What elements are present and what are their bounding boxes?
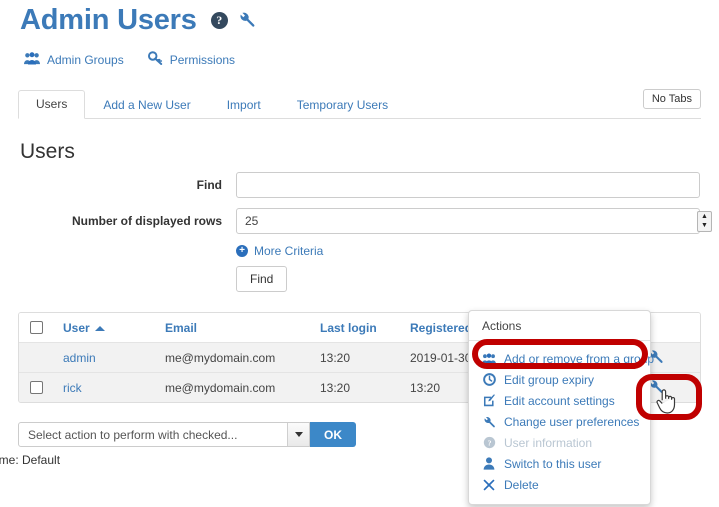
menu-item-user-information: ? User information	[469, 432, 650, 453]
more-criteria-label: More Criteria	[254, 244, 323, 258]
find-button-row: Find	[0, 266, 719, 292]
ok-button[interactable]: OK	[310, 422, 356, 447]
find-button-spacer	[0, 266, 236, 292]
select-all-cell	[19, 321, 55, 334]
search-form: Find Number of displayed rows ▲ ▼ + More…	[0, 172, 719, 300]
key-icon	[148, 51, 163, 68]
user-link[interactable]: rick	[63, 381, 82, 395]
menu-item-label: Edit group expiry	[504, 373, 594, 387]
tab-add-a-new-user[interactable]: Add a New User	[85, 91, 208, 119]
bulk-action-select-value: Select action to perform with checked...	[19, 428, 237, 442]
actions-menu-list: Add or remove from a group Edit group ex…	[469, 341, 650, 495]
column-header-email[interactable]: Email	[165, 321, 320, 335]
find-button[interactable]: Find	[236, 266, 287, 292]
row-email-cell: me@mydomain.com	[165, 351, 320, 365]
menu-item-edit-group-expiry[interactable]: Edit group expiry	[469, 369, 650, 390]
no-tabs-button[interactable]: No Tabs	[643, 89, 701, 109]
rows-label: Number of displayed rows	[0, 214, 236, 228]
column-header-user-label: User	[63, 321, 90, 335]
find-label: Find	[0, 178, 236, 192]
tab-users[interactable]: Users	[18, 90, 85, 119]
stepper-up-icon[interactable]: ▲	[701, 214, 708, 220]
more-criteria-spacer	[0, 244, 236, 258]
tab-import[interactable]: Import	[209, 91, 279, 119]
menu-item-switch-to-this-user[interactable]: Switch to this user	[469, 453, 650, 474]
rows-control: ▲ ▼	[236, 208, 719, 234]
menu-item-label: Delete	[504, 478, 539, 492]
more-criteria-row: + More Criteria	[0, 244, 719, 258]
users-group-icon	[482, 353, 496, 365]
row-last-login-cell: 13:20	[320, 381, 410, 395]
row-last-login-cell: 13:20	[320, 351, 410, 365]
edit-square-icon	[482, 394, 496, 407]
number-stepper[interactable]: ▲ ▼	[697, 211, 712, 232]
row-checkbox[interactable]	[30, 381, 43, 394]
svg-text:?: ?	[487, 438, 491, 447]
pointer-hand-cursor	[655, 388, 677, 419]
actions-menu: Actions Add or remove from a group	[468, 310, 651, 505]
menu-item-add-or-remove-from-a-group[interactable]: Add or remove from a group	[469, 348, 650, 369]
actions-menu-title: Actions	[469, 311, 650, 341]
find-button-control: Find	[236, 266, 719, 292]
menu-item-edit-account-settings[interactable]: Edit account settings	[469, 390, 650, 411]
chevron-down-icon[interactable]	[287, 423, 309, 446]
menu-item-change-user-preferences[interactable]: Change user preferences	[469, 411, 650, 432]
find-control	[236, 172, 719, 198]
menu-item-label: User information	[504, 436, 592, 450]
subnav-item-permissions[interactable]: Permissions	[148, 51, 235, 68]
more-criteria-control: + More Criteria	[236, 244, 719, 258]
clock-icon	[482, 373, 496, 386]
rows-input[interactable]	[236, 208, 700, 234]
wrench-icon	[482, 415, 496, 429]
tab-temporary-users[interactable]: Temporary Users	[279, 91, 406, 119]
sort-ascending-icon	[95, 326, 105, 331]
row-checkbox-cell	[19, 381, 55, 394]
row-email-cell: me@mydomain.com	[165, 381, 320, 395]
tab-strip: Users Add a New User Import Temporary Us…	[18, 90, 701, 119]
row-user-cell: admin	[55, 351, 165, 365]
users-group-icon	[24, 52, 40, 68]
find-row: Find	[0, 172, 719, 198]
menu-item-label: Edit account settings	[504, 394, 615, 408]
subnav-item-admin-groups[interactable]: Admin Groups	[24, 52, 124, 68]
bulk-action-bar: Select action to perform with checked...…	[18, 422, 356, 447]
more-criteria-link[interactable]: + More Criteria	[236, 244, 700, 258]
person-icon	[482, 457, 496, 470]
subnav: Admin Groups Permissions	[24, 51, 235, 68]
select-all-checkbox[interactable]	[30, 321, 43, 334]
plus-circle-icon: +	[236, 245, 248, 257]
page-title-text: Admin Users	[20, 4, 197, 37]
menu-item-label: Change user preferences	[504, 415, 639, 429]
subnav-item-label: Admin Groups	[47, 53, 124, 67]
help-icon[interactable]: ?	[211, 12, 228, 29]
subnav-item-label: Permissions	[170, 53, 235, 67]
stepper-down-icon[interactable]: ▼	[701, 223, 708, 229]
column-header-last-login[interactable]: Last login	[320, 321, 410, 335]
rows-row: Number of displayed rows ▲ ▼	[0, 208, 719, 234]
bulk-action-select[interactable]: Select action to perform with checked...	[18, 422, 310, 447]
user-link[interactable]: admin	[63, 351, 96, 365]
column-header-user[interactable]: User	[55, 321, 165, 335]
row-user-cell: rick	[55, 381, 165, 395]
menu-item-delete[interactable]: Delete	[469, 474, 650, 495]
menu-item-label: Add or remove from a group	[504, 352, 654, 366]
admin-users-page: Admin Users ? Admin Gr	[0, 0, 719, 507]
find-input[interactable]	[236, 172, 700, 198]
title-icon-group: ?	[211, 4, 256, 37]
section-title: Users	[20, 140, 75, 164]
theme-text: eme: Default	[0, 453, 60, 467]
page-title: Admin Users ?	[20, 4, 256, 37]
x-mark-icon	[482, 479, 496, 491]
help-circle-icon: ?	[482, 436, 496, 449]
menu-item-label: Switch to this user	[504, 457, 601, 471]
wrench-icon[interactable]	[237, 4, 256, 37]
